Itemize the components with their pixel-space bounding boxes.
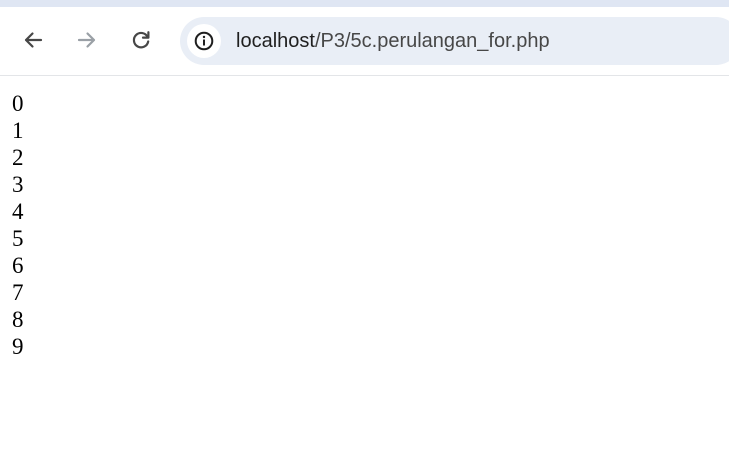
reload-button[interactable] bbox=[123, 22, 159, 58]
output-line: 1 bbox=[12, 118, 24, 143]
output-line: 8 bbox=[12, 307, 24, 332]
output-line: 9 bbox=[12, 334, 24, 359]
url-path: /P3/5c.perulangan_for.php bbox=[314, 30, 550, 52]
loop-output: 0 1 2 3 4 5 6 7 8 9 bbox=[12, 90, 24, 360]
back-button[interactable] bbox=[15, 22, 51, 58]
url-host: localhost bbox=[236, 30, 315, 52]
output-line: 3 bbox=[12, 172, 24, 197]
forward-button[interactable] bbox=[69, 22, 105, 58]
output-line: 6 bbox=[12, 253, 24, 278]
info-icon bbox=[194, 31, 214, 51]
browser-toolbar: localhost/P3/5c.perulangan_for.php bbox=[0, 7, 729, 76]
arrow-left-icon bbox=[24, 32, 43, 48]
output-line: 4 bbox=[12, 199, 24, 224]
output-line: 0 bbox=[12, 91, 24, 116]
page-content: 0 1 2 3 4 5 6 7 8 9 bbox=[0, 77, 729, 465]
output-line: 5 bbox=[12, 226, 24, 251]
output-line: 7 bbox=[12, 280, 24, 305]
url-text[interactable]: localhost/P3/5c.perulangan_for.php bbox=[236, 29, 550, 53]
output-line: 2 bbox=[12, 145, 24, 170]
address-bar[interactable]: localhost/P3/5c.perulangan_for.php bbox=[180, 17, 729, 65]
arrow-right-icon bbox=[77, 32, 96, 48]
reload-icon bbox=[132, 31, 150, 49]
site-info-button[interactable] bbox=[187, 24, 221, 58]
browser-top-strip bbox=[0, 0, 729, 7]
